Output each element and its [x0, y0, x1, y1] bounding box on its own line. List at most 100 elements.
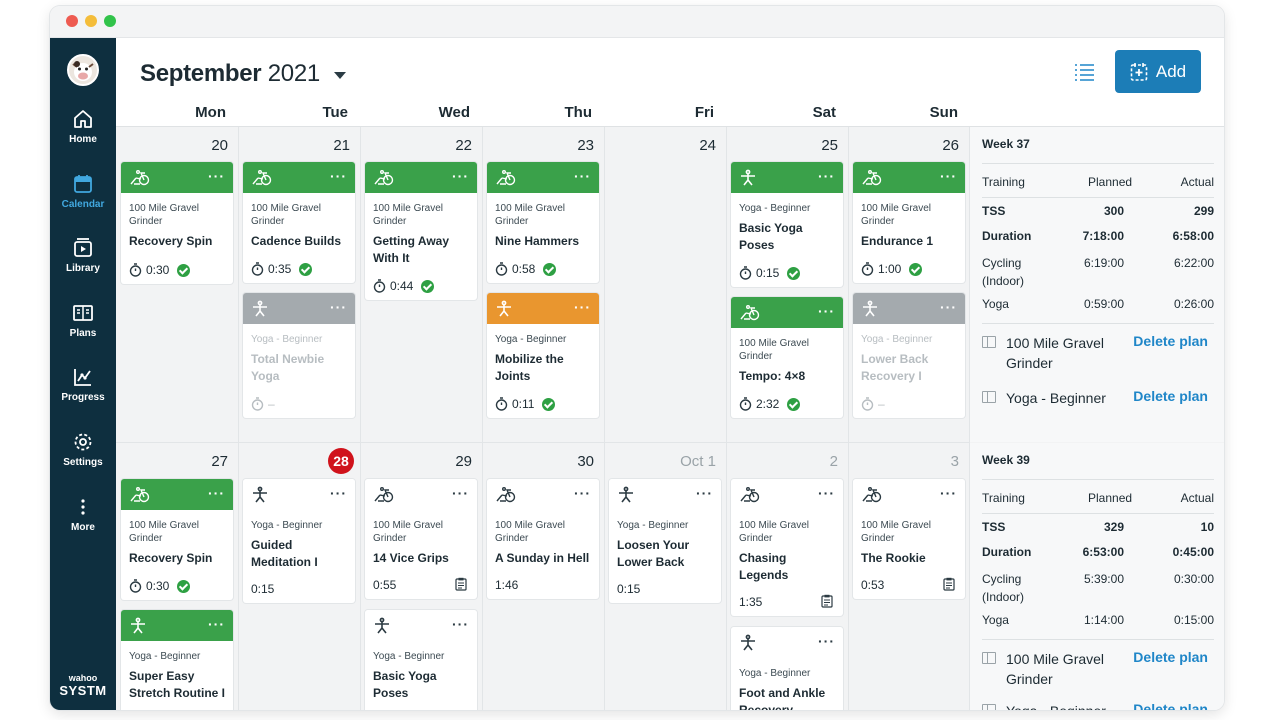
completed-check-icon [543, 262, 557, 276]
stopwatch-icon [373, 279, 386, 293]
plans-icon [73, 305, 93, 321]
card-title: Cadence Builds [251, 234, 342, 248]
close-window-button[interactable] [66, 15, 78, 27]
stopwatch-icon [251, 397, 264, 411]
list-view-icon[interactable] [1074, 62, 1096, 87]
more-options-icon[interactable]: ··· [574, 168, 591, 184]
sidebar-item-library[interactable]: Library [50, 237, 116, 274]
workout-card[interactable]: ··· 100 Mile Gravel Grinder Chasing Lege… [731, 479, 843, 616]
workout-card[interactable]: ··· Yoga - Beginner Foot and Ankle Recov… [731, 627, 843, 710]
add-button[interactable]: Add [1115, 50, 1201, 93]
workout-card[interactable]: ··· 100 Mile Gravel Grinder Getting Away… [365, 162, 477, 300]
more-options-icon[interactable]: ··· [208, 616, 225, 632]
more-options-icon[interactable]: ··· [818, 485, 835, 501]
card-title: Endurance 1 [861, 234, 934, 248]
yoga-icon [741, 169, 755, 185]
card-title: Guided Meditation I [251, 538, 318, 569]
more-vertical-icon [81, 499, 85, 515]
more-options-icon[interactable]: ··· [574, 299, 591, 315]
delete-plan-link[interactable]: Delete plan [1133, 388, 1208, 404]
card-title: Basic Yoga Poses [739, 221, 803, 252]
date-label: 2 [829, 453, 838, 470]
workout-card[interactable]: ··· Yoga - Beginner Mobilize the Joints … [487, 293, 599, 418]
more-options-icon[interactable]: ··· [330, 485, 347, 501]
more-options-icon[interactable]: ··· [818, 168, 835, 184]
card-duration: 0:30 [146, 579, 170, 593]
workout-card[interactable]: ··· 100 Mile Gravel Grinder The Rookie 0… [853, 479, 965, 599]
more-options-icon[interactable]: ··· [940, 485, 957, 501]
progress-icon [74, 369, 91, 386]
workout-card[interactable]: ··· 100 Mile Gravel Grinder 14 Vice Grip… [365, 479, 477, 599]
workout-card[interactable]: ··· Yoga - Beginner Basic Yoga Poses 0:1… [731, 162, 843, 287]
card-duration: 0:55 [373, 578, 397, 592]
indoor-cycling-icon [862, 486, 882, 502]
sidebar-item-settings[interactable]: Settings [50, 431, 116, 468]
maximize-window-button[interactable] [104, 15, 116, 27]
plan-name: Yoga - Beginner [1006, 701, 1106, 710]
completed-check-icon [787, 397, 801, 411]
more-options-icon[interactable]: ··· [574, 485, 591, 501]
more-options-icon[interactable]: ··· [208, 168, 225, 184]
add-calendar-icon [1130, 62, 1148, 81]
workout-card[interactable]: ··· 100 Mile Gravel Grinder Cadence Buil… [243, 162, 355, 283]
card-title: Total Newbie Yoga [251, 352, 325, 383]
workout-card[interactable]: ··· Yoga - Beginner Lower Back Recovery … [853, 293, 965, 418]
stat-planned: 6:53:00 [1082, 545, 1124, 559]
card-duration: – [878, 397, 885, 411]
month-selector[interactable]: September 2021 [140, 60, 320, 88]
sidebar-item-home[interactable]: Home [50, 108, 116, 145]
workout-card[interactable]: ··· 100 Mile Gravel Grinder Nine Hammers… [487, 162, 599, 283]
sidebar-item-calendar[interactable]: Calendar [50, 173, 116, 210]
workout-card[interactable]: ··· 100 Mile Gravel Grinder Endurance 1 … [853, 162, 965, 283]
delete-plan-link[interactable]: Delete plan [1133, 701, 1208, 710]
workout-card[interactable]: ··· Yoga - Beginner Basic Yoga Poses [365, 610, 477, 710]
workout-card[interactable]: ··· 100 Mile Gravel Grinder A Sunday in … [487, 479, 599, 599]
brand-small-text: wahoo [68, 673, 98, 683]
card-title: Super Easy Stretch Routine I [129, 669, 226, 700]
date-label: 23 [577, 137, 594, 154]
minimize-window-button[interactable] [85, 15, 97, 27]
more-options-icon[interactable]: ··· [208, 485, 225, 501]
more-options-icon[interactable]: ··· [940, 299, 957, 315]
workout-card[interactable]: ··· Yoga - Beginner Total Newbie Yoga – [243, 293, 355, 418]
brand-name: SYSTM [59, 683, 107, 698]
more-options-icon[interactable]: ··· [818, 633, 835, 649]
more-options-icon[interactable]: ··· [452, 168, 469, 184]
more-options-icon[interactable]: ··· [452, 485, 469, 501]
delete-plan-link[interactable]: Delete plan [1133, 649, 1208, 665]
more-options-icon[interactable]: ··· [330, 168, 347, 184]
more-options-icon[interactable]: ··· [452, 616, 469, 632]
workout-card[interactable]: ··· Yoga - Beginner Guided Meditation I … [243, 479, 355, 603]
workout-card[interactable]: ··· 100 Mile Gravel Grinder Recovery Spi… [121, 479, 233, 600]
yoga-icon [375, 617, 389, 633]
indoor-cycling-icon [130, 169, 150, 185]
card-title: Basic Yoga Poses [373, 669, 437, 700]
card-title: Lower Back Recovery I [861, 352, 929, 383]
workout-card[interactable]: ··· Yoga - Beginner Loosen Your Lower Ba… [609, 479, 721, 603]
plan-icon [982, 704, 996, 710]
week-summary: Week 37 Training Planned Actual TSS 300 299 … [970, 127, 1224, 442]
sidebar-item-progress[interactable]: Progress [50, 366, 116, 403]
workout-card[interactable]: ··· Yoga - Beginner Super Easy Stretch R… [121, 610, 233, 710]
clipboard-icon [455, 577, 467, 591]
more-options-icon[interactable]: ··· [818, 303, 835, 319]
more-options-icon[interactable]: ··· [330, 299, 347, 315]
stat-planned: 1:14:00 [1083, 613, 1124, 627]
workout-card[interactable]: ··· 100 Mile Gravel Grinder Tempo: 4×8 2… [731, 297, 843, 418]
sidebar-item-plans[interactable]: Plans [50, 302, 116, 339]
home-icon [74, 110, 92, 128]
card-plan: Yoga - Beginner [373, 651, 445, 662]
completed-check-icon [542, 397, 556, 411]
sidebar-item-label: Progress [61, 392, 105, 403]
sidebar-item-more[interactable]: More [50, 496, 116, 533]
more-options-icon[interactable]: ··· [696, 485, 713, 501]
delete-plan-link[interactable]: Delete plan [1133, 333, 1208, 349]
workout-card[interactable]: ··· 100 Mile Gravel Grinder Recovery Spi… [121, 162, 233, 284]
main-content: September 2021 Add Mon Tue Wed Thu Fri S… [116, 38, 1224, 710]
chevron-down-icon[interactable] [334, 72, 346, 79]
avatar[interactable] [67, 54, 99, 86]
card-title: Mobilize the Joints [495, 352, 564, 383]
more-options-icon[interactable]: ··· [940, 168, 957, 184]
col-actual: Actual [1180, 491, 1214, 505]
stat-actual: 0:45:00 [1172, 545, 1214, 559]
